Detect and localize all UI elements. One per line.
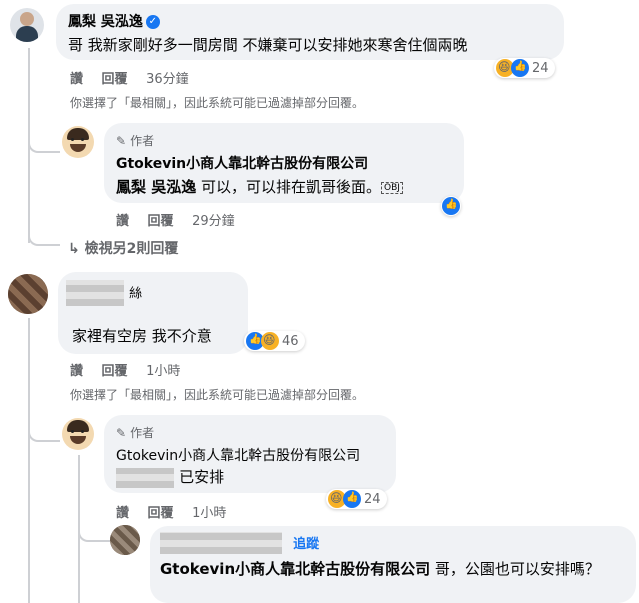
- thread-line: [28, 318, 30, 603]
- reply-text-body: 可以，可以排在凱哥後面。: [196, 178, 382, 196]
- timestamp[interactable]: 36分鐘: [146, 72, 189, 87]
- reply-bubble: ✎ 作者 Gtokevin小商人靠北幹古股份有限公司 鳳梨 吳泓逸 可以，可以排在…: [104, 123, 464, 203]
- blurred-mention: [116, 467, 174, 488]
- haha-icon: [261, 332, 279, 350]
- pen-icon: ✎: [116, 133, 127, 148]
- comment-bubble: 鳳梨 吳泓逸 ✓ 哥 我新家剛好多一間房間 不嫌棄可以安排她來寒舍住個兩晚: [56, 4, 564, 60]
- follow-button[interactable]: 追蹤: [293, 537, 319, 552]
- reply-button[interactable]: 回覆: [102, 364, 128, 379]
- reply-author[interactable]: Gtokevin小商人靠北幹古股份有限公司: [116, 445, 360, 465]
- comment-actions: 讚 回覆 1小時: [70, 360, 194, 379]
- reply-button[interactable]: 回覆: [102, 72, 128, 87]
- reply-author[interactable]: 追蹤: [160, 532, 319, 554]
- reply-button[interactable]: 回覆: [148, 506, 174, 521]
- reply-text: Gtokevin小商人靠北幹古股份有限公司 哥，公園也可以安排嗎？: [160, 558, 630, 580]
- reply-text: 已安排: [116, 466, 224, 488]
- view-more-elbow: [28, 232, 60, 246]
- timestamp[interactable]: 1小時: [192, 506, 226, 521]
- reply-arrow-icon: ↳: [68, 241, 80, 257]
- reaction-summary[interactable]: 46: [244, 331, 305, 351]
- timestamp[interactable]: 29分鐘: [192, 214, 235, 229]
- avatar[interactable]: [8, 274, 48, 314]
- reply-text: 鳳梨 吳泓逸 可以，可以排在凱哥後面。 OBJ: [116, 176, 403, 197]
- comment-text: 哥 我新家剛好多一間房間 不嫌棄可以安排她來寒舍住個兩晚: [68, 36, 468, 54]
- like-icon: [511, 59, 529, 77]
- reaction-count: 24: [364, 491, 381, 507]
- author-avatar[interactable]: [62, 418, 94, 450]
- author-badge: ✎ 作者: [116, 424, 154, 441]
- thread-elbow: [28, 424, 60, 442]
- reaction-count: 46: [282, 333, 299, 349]
- reply-actions: 讚 回覆 1小時: [116, 502, 240, 521]
- comment-actions: 讚 回覆 36分鐘: [70, 68, 203, 87]
- mention-link[interactable]: 鳳梨 吳泓逸: [116, 178, 196, 196]
- like-button[interactable]: 讚: [70, 364, 83, 379]
- blurred-name: [66, 280, 124, 306]
- thread-elbow: [28, 135, 60, 153]
- author-avatar[interactable]: [62, 126, 94, 158]
- reply-bubble: 追蹤 Gtokevin小商人靠北幹古股份有限公司 哥，公園也可以安排嗎？: [150, 526, 636, 603]
- reply-actions: 讚 回覆 29分鐘: [116, 210, 249, 229]
- like-button[interactable]: 讚: [116, 214, 129, 229]
- filter-note: 你選擇了「最相關」，因此系統可能已過濾掉部分回覆。: [70, 96, 365, 110]
- avatar[interactable]: [10, 8, 44, 42]
- view-more-label: 檢視另2則回覆: [84, 241, 179, 257]
- reaction-summary[interactable]: 24: [494, 58, 555, 78]
- like-icon: [343, 490, 361, 508]
- like-button[interactable]: 讚: [70, 72, 83, 87]
- like-icon: [442, 197, 460, 215]
- verified-icon: ✓: [145, 15, 160, 29]
- reply-bubble: ✎ 作者 Gtokevin小商人靠北幹古股份有限公司 已安排: [104, 415, 396, 493]
- comment-bubble: 絲 家裡有空房 我不介意: [58, 272, 248, 354]
- pen-icon: ✎: [116, 425, 127, 440]
- reply-button[interactable]: 回覆: [148, 214, 174, 229]
- obj-glyph: OBJ: [381, 181, 403, 194]
- like-button[interactable]: 讚: [116, 506, 129, 521]
- comment-author-suffix: 絲: [129, 286, 143, 302]
- reaction-summary[interactable]: [441, 196, 461, 216]
- view-more-replies[interactable]: ↳ 檢視另2則回覆: [68, 238, 178, 258]
- comment-author[interactable]: 絲: [66, 280, 142, 306]
- thread-elbow: [78, 524, 110, 542]
- author-badge-label: 作者: [130, 134, 155, 148]
- reply-text-body: 哥，公園也可以安排嗎？: [430, 560, 600, 578]
- mention-link[interactable]: Gtokevin小商人靠北幹古股份有限公司: [160, 560, 430, 578]
- comment-text: 家裡有空房 我不介意: [72, 327, 212, 345]
- blurred-name: [160, 532, 282, 554]
- author-badge: ✎ 作者: [116, 132, 154, 149]
- reaction-summary[interactable]: 24: [326, 489, 387, 509]
- comment-author[interactable]: 鳳梨 吳泓逸 ✓: [68, 11, 160, 31]
- reply-author[interactable]: Gtokevin小商人靠北幹古股份有限公司: [116, 153, 368, 173]
- author-badge-label: 作者: [130, 426, 155, 440]
- avatar[interactable]: [110, 525, 140, 555]
- filter-note: 你選擇了「最相關」，因此系統可能已過濾掉部分回覆。: [70, 388, 365, 402]
- timestamp[interactable]: 1小時: [146, 364, 180, 379]
- reaction-count: 24: [532, 60, 549, 76]
- reply-text-body: 已安排: [179, 468, 225, 486]
